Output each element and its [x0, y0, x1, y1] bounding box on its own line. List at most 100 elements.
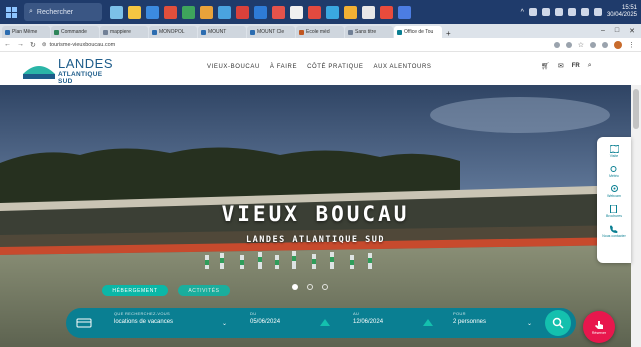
tab-title: Commande	[61, 29, 87, 35]
chevron-down-icon[interactable]: ⌄	[527, 320, 532, 327]
profile-avatar[interactable]	[614, 40, 622, 49]
sidebar-item-contact[interactable]: Nous contacter	[602, 225, 626, 238]
calendar-icon[interactable]	[320, 319, 330, 326]
taskbar-app-icon[interactable]	[326, 5, 339, 19]
site-info-icon[interactable]: ⊜	[42, 42, 47, 48]
browser-tab-active[interactable]: Office de Tou	[394, 26, 442, 38]
sidebar-panel-icon[interactable]	[602, 41, 608, 48]
forward-icon[interactable]: →	[17, 41, 24, 48]
battery-icon[interactable]	[554, 8, 563, 16]
activites-button[interactable]: ACTIVITÉS	[178, 285, 230, 296]
nav-item-aux-alentours[interactable]: AUX ALENTOURS	[373, 64, 431, 70]
onedrive-icon[interactable]	[567, 8, 576, 16]
browser-tab[interactable]: MOUNT Cle	[247, 26, 295, 38]
cart-icon[interactable]: 🛒︎	[541, 62, 550, 70]
sidebar-label: Météo	[609, 174, 619, 178]
zoom-icon[interactable]	[565, 41, 572, 48]
scroll-thumb[interactable]	[633, 89, 639, 129]
reload-icon[interactable]: ↻	[30, 41, 36, 49]
sidebar-label: Nous contacter	[602, 234, 626, 238]
search-icon: ⌕	[29, 8, 33, 15]
date-from-label: DU	[250, 311, 257, 316]
browser-tab[interactable]: Commande	[51, 26, 99, 38]
volume-icon[interactable]	[541, 8, 550, 16]
minimize-icon[interactable]: –	[601, 27, 605, 35]
back-icon[interactable]: ←	[4, 41, 11, 48]
taskbar-app-icon[interactable]	[236, 5, 249, 19]
nav-item-cote-pratique[interactable]: CÔTÉ PRATIQUE	[307, 64, 363, 70]
sidebar-item-visite[interactable]: Visite	[609, 145, 619, 158]
browser-tab[interactable]: mappiere	[100, 26, 148, 38]
menu-icon[interactable]: ⋮	[628, 41, 635, 49]
date-from-value: 05/06/2024	[250, 319, 281, 325]
taskbar-app-icon[interactable]	[272, 5, 285, 19]
sidebar-item-webcam[interactable]: Webcam	[607, 185, 621, 198]
site-header: LANDES ATLANTIQUE SUD VIEUX-BOUCAU À FAI…	[0, 52, 641, 85]
taskbar-app-icon[interactable]	[110, 5, 123, 19]
chevron-up-icon[interactable]: ^	[521, 9, 524, 16]
taskbar-app-icon[interactable]	[398, 5, 411, 19]
taskbar-app-icon[interactable]	[254, 5, 267, 19]
chevron-down-icon[interactable]: ⌄	[222, 320, 227, 327]
tab-title: mappiere	[110, 29, 131, 35]
carousel-dot[interactable]	[292, 284, 298, 290]
windows-start-icon[interactable]	[0, 0, 22, 24]
browser-tab[interactable]: Plan Même	[2, 26, 50, 38]
browser-toolbar: ☆ ⋮	[553, 40, 641, 49]
browser-tab[interactable]: Ecole mèd	[296, 26, 344, 38]
search-icon[interactable]: ⌕	[588, 62, 592, 70]
favicon-icon	[152, 29, 157, 35]
browser-tab[interactable]: MONOPOL	[149, 26, 197, 38]
translate-icon[interactable]	[553, 41, 560, 48]
taskbar-app-icon[interactable]	[218, 5, 231, 19]
network-icon[interactable]	[528, 8, 537, 16]
carousel-dot[interactable]	[307, 284, 313, 290]
browser-tab[interactable]: MOUNT	[198, 26, 246, 38]
taskbar-app-icon[interactable]	[362, 5, 375, 19]
logo-line-1: LANDES	[58, 56, 114, 71]
main-nav: VIEUX-BOUCAU À FAIRE CÔTÉ PRATIQUE AUX A…	[207, 64, 432, 70]
browser-tab[interactable]: Sans titre	[345, 26, 393, 38]
taskbar-app-icon[interactable]	[146, 5, 159, 19]
book-now-button[interactable]: Réserver	[583, 311, 615, 343]
site-logo[interactable]: LANDES ATLANTIQUE SUD	[22, 56, 113, 85]
extensions-icon[interactable]	[590, 41, 596, 48]
clock[interactable]: 15:51 30/04/2025	[607, 5, 637, 19]
taskbar-app-icon[interactable]	[290, 5, 303, 19]
date-from-field[interactable]: DU 05/06/2024	[250, 311, 280, 325]
language-selector[interactable]: FR	[572, 63, 580, 69]
close-icon[interactable]: ✕	[629, 27, 635, 35]
taskbar-apps	[110, 5, 411, 19]
mail-icon[interactable]: ✉	[558, 62, 564, 70]
bluetooth-icon[interactable]	[593, 8, 602, 16]
page-scrollbar[interactable]	[631, 85, 641, 347]
favicon-icon	[54, 29, 59, 35]
url-input[interactable]: ⊜ tourisme-vieuxboucau.com	[42, 40, 322, 50]
webcam-icon	[610, 185, 618, 192]
new-tab-icon[interactable]: +	[443, 29, 454, 38]
type-label: QUE RECHERCHEZ-VOUS	[114, 311, 170, 316]
taskbar-app-icon[interactable]	[344, 5, 357, 19]
type-select[interactable]: QUE RECHERCHEZ-VOUS locations de vacance…	[114, 311, 173, 325]
sidebar-item-brochures[interactable]: Brochures	[606, 205, 622, 218]
calendar-icon[interactable]	[423, 319, 433, 326]
security-icon[interactable]	[580, 8, 589, 16]
taskbar-app-icon[interactable]	[164, 5, 177, 19]
taskbar-app-icon[interactable]	[380, 5, 393, 19]
taskbar-app-icon[interactable]	[182, 5, 195, 19]
carousel-dot[interactable]	[322, 284, 328, 290]
taskbar-app-icon[interactable]	[128, 5, 141, 19]
nav-item-vieux-boucau[interactable]: VIEUX-BOUCAU	[207, 64, 260, 70]
taskbar-search[interactable]: ⌕ Rechercher	[24, 3, 102, 21]
nav-item-a-faire[interactable]: À FAIRE	[270, 64, 297, 70]
maximize-icon[interactable]: □	[615, 27, 619, 35]
people-select[interactable]: POUR 2 personnes	[453, 311, 486, 325]
date-to-field[interactable]: AU 12/06/2024	[353, 311, 383, 325]
search-submit-button[interactable]	[545, 310, 571, 336]
sidebar-item-meteo[interactable]: Météo	[609, 165, 619, 178]
taskbar-app-icon[interactable]	[308, 5, 321, 19]
brochure-icon	[610, 205, 618, 213]
hebergement-button[interactable]: HÉBERGEMENT	[102, 285, 168, 296]
bookmark-star-icon[interactable]: ☆	[578, 41, 584, 49]
taskbar-app-icon[interactable]	[200, 5, 213, 19]
